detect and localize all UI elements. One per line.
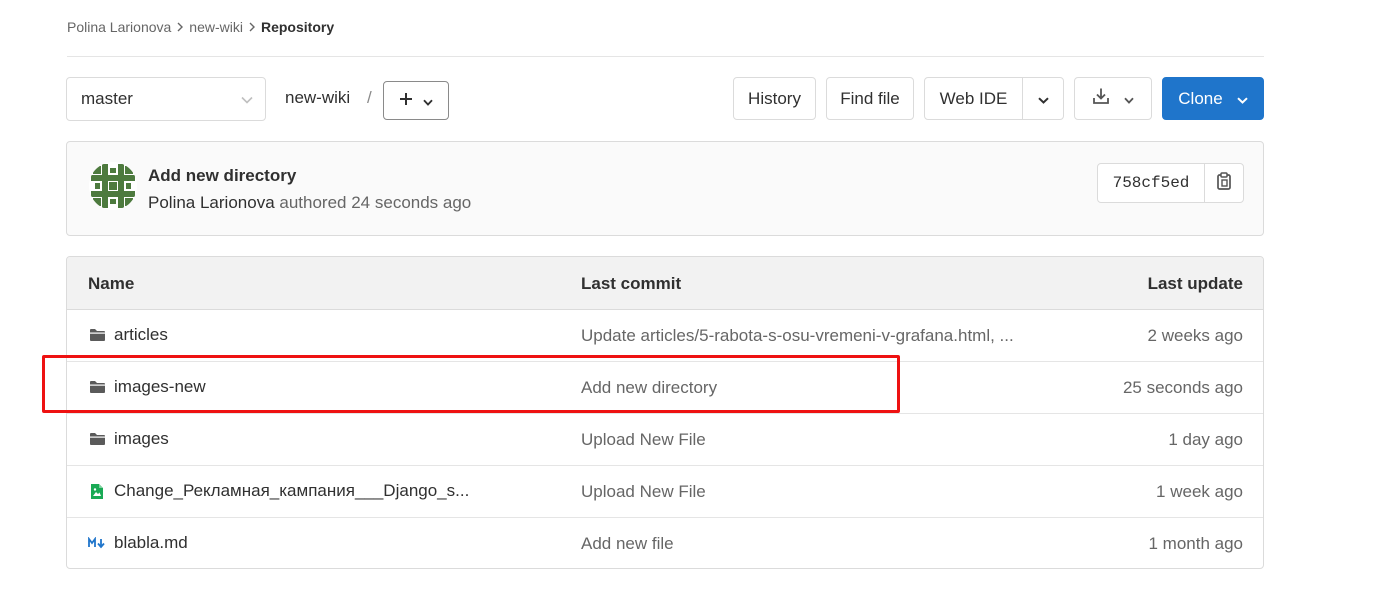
clipboard-icon <box>1216 171 1232 195</box>
chevron-down-icon <box>1237 89 1248 109</box>
table-row[interactable]: images Upload New File 1 day ago <box>67 414 1263 466</box>
web-ide-button-label: Web IDE <box>939 88 1008 108</box>
chevron-down-icon <box>423 91 433 111</box>
find-file-button-label: Find file <box>840 88 900 108</box>
last-update-time: 2 weeks ago <box>1147 326 1243 345</box>
avatar[interactable] <box>89 162 137 210</box>
file-name-link[interactable]: articles <box>114 325 168 345</box>
commit-sha-link[interactable]: 758cf5ed <box>1098 164 1205 202</box>
header-divider <box>67 56 1264 57</box>
file-name-cell[interactable]: images-new <box>88 377 206 397</box>
file-tree-table: Name Last commit Last update articles Up… <box>66 256 1264 569</box>
file-name-link[interactable]: images-new <box>114 377 206 397</box>
find-file-button[interactable]: Find file <box>826 77 914 120</box>
commit-meta: Polina Larionova authored 24 seconds ago <box>148 193 471 213</box>
last-update-time: 1 month ago <box>1148 534 1243 553</box>
history-button[interactable]: History <box>733 77 816 120</box>
download-icon <box>1092 87 1110 110</box>
last-commit-link[interactable]: Add new directory <box>581 378 717 398</box>
chevron-right-icon <box>171 22 189 32</box>
last-commit-panel: Add new directory Polina Larionova autho… <box>66 141 1264 236</box>
web-ide-dropdown-toggle[interactable] <box>1023 89 1063 109</box>
table-row[interactable]: blabla.md Add new file 1 month ago <box>67 518 1263 568</box>
breadcrumb: Polina Larionova new-wiki Repository <box>67 16 334 38</box>
table-row[interactable]: articles Update articles/5-rabota-s-osu-… <box>67 310 1263 362</box>
add-to-tree-button[interactable] <box>383 81 449 120</box>
web-ide-button-group: Web IDE <box>924 77 1064 120</box>
copy-sha-button[interactable] <box>1205 164 1243 202</box>
breadcrumb-repository[interactable]: Repository <box>261 19 334 35</box>
commit-author-link[interactable]: Polina Larionova <box>148 193 275 212</box>
path-separator: / <box>367 88 372 107</box>
breadcrumb-project[interactable]: new-wiki <box>189 19 243 35</box>
markdown-file-icon <box>88 534 106 552</box>
branch-select[interactable]: master <box>66 77 266 121</box>
clone-button-label: Clone <box>1178 88 1223 108</box>
table-row[interactable]: Change_Рекламная_кампания___Django_s... … <box>67 466 1263 518</box>
column-header-last-update: Last update <box>1147 274 1243 293</box>
chevron-down-icon <box>1124 89 1134 109</box>
clone-button[interactable]: Clone <box>1162 77 1264 120</box>
branch-select-value: master <box>81 89 133 108</box>
web-ide-button[interactable]: Web IDE <box>925 78 1023 119</box>
path-root-link[interactable]: new-wiki <box>285 88 350 108</box>
file-name-cell[interactable]: blabla.md <box>88 533 188 553</box>
file-name-cell[interactable]: articles <box>88 325 168 345</box>
table-row[interactable]: images-new Add new directory 25 seconds … <box>67 362 1263 414</box>
breadcrumb-user[interactable]: Polina Larionova <box>67 19 171 35</box>
column-header-last-commit: Last commit <box>581 274 682 293</box>
table-header: Name Last commit Last update <box>67 257 1263 310</box>
last-update-time: 1 day ago <box>1168 430 1243 449</box>
image-file-icon <box>88 482 106 500</box>
history-button-label: History <box>748 88 801 108</box>
plus-icon <box>399 91 413 111</box>
last-update-time: 25 seconds ago <box>1122 378 1243 397</box>
commit-authored-time: authored 24 seconds ago <box>279 193 472 212</box>
commit-sha-group: 758cf5ed <box>1097 163 1244 203</box>
last-commit-link[interactable]: Update articles/5-rabota-s-osu-vremeni-v… <box>581 326 1014 346</box>
folder-icon <box>88 326 106 344</box>
chevron-down-icon <box>241 89 253 109</box>
folder-icon <box>88 378 106 396</box>
last-update-time: 1 week ago <box>1156 482 1243 501</box>
file-name-link[interactable]: Change_Рекламная_кампания___Django_s... <box>114 481 469 501</box>
last-commit-link[interactable]: Add new file <box>581 534 674 554</box>
last-commit-link[interactable]: Upload New File <box>581 482 706 502</box>
file-name-cell[interactable]: images <box>88 429 169 449</box>
download-button[interactable] <box>1074 77 1152 120</box>
file-name-link[interactable]: blabla.md <box>114 533 188 553</box>
last-commit-link[interactable]: Upload New File <box>581 430 706 450</box>
chevron-right-icon <box>243 22 261 32</box>
chevron-down-icon <box>1037 89 1049 109</box>
folder-icon <box>88 430 106 448</box>
repository-page: Polina Larionova new-wiki Repository mas… <box>0 0 1380 604</box>
file-name-link[interactable]: images <box>114 429 169 449</box>
file-name-cell[interactable]: Change_Рекламная_кампания___Django_s... <box>88 481 469 501</box>
commit-title-link[interactable]: Add new directory <box>148 166 296 186</box>
column-header-name: Name <box>88 274 135 293</box>
